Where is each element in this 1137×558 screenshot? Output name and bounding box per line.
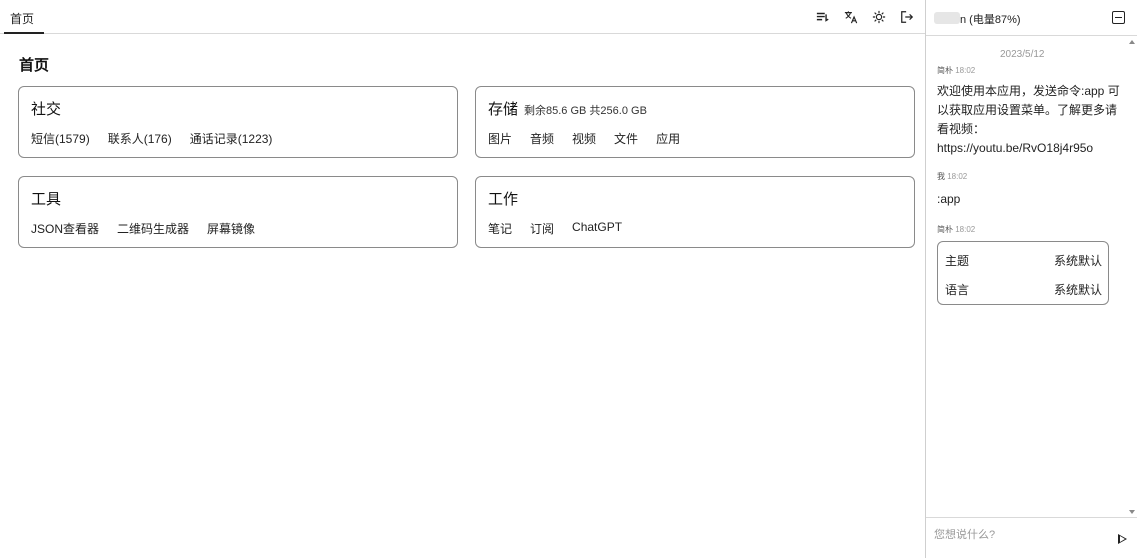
message-time: 18:02: [955, 66, 976, 75]
settings-menu: 主题 系统默认 语言 系统默认: [937, 241, 1109, 305]
chat-pane: n (电量87%) 2023/5/12 简朴 18:02 欢迎使用本应用，发送命…: [926, 0, 1137, 558]
playlist-icon[interactable]: [815, 9, 831, 25]
card-title: 工作: [488, 191, 519, 208]
card-title: 存储 剩余85.6 GB 共256.0 GB: [488, 98, 647, 119]
card-links: 笔记 订阅 ChatGPT: [488, 220, 622, 237]
chat-header: n (电量87%): [926, 0, 1137, 36]
chat-date: 2023/5/12: [1000, 49, 1045, 60]
link-chatgpt[interactable]: ChatGPT: [572, 220, 622, 237]
storage-summary: 剩余85.6 GB 共256.0 GB: [524, 105, 647, 117]
top-toolbar: [815, 9, 915, 25]
link-contacts[interactable]: 联系人(176): [108, 130, 172, 147]
card-title-text: 存储: [488, 101, 519, 118]
message-meta: 简朴 18:02: [937, 65, 975, 76]
chat-messages: 2023/5/12 简朴 18:02 欢迎使用本应用，发送命令:app 可以获取…: [926, 37, 1126, 517]
message-time: 18:02: [955, 225, 976, 234]
setting-value: 系统默认: [1053, 283, 1102, 297]
link-feeds[interactable]: 订阅: [530, 220, 554, 237]
device-name-redacted: [934, 12, 960, 24]
card-tools: 工具 JSON查看器 二维码生成器 屏幕镜像: [18, 176, 458, 248]
chat-scrollbar[interactable]: [1126, 37, 1137, 517]
link-video[interactable]: 视频: [572, 130, 596, 147]
card-links: 短信(1579) 联系人(176) 通话记录(1223): [31, 130, 272, 147]
link-sms[interactable]: 短信(1579): [31, 130, 90, 147]
setting-label: 主题: [945, 254, 970, 268]
send-icon[interactable]: [1118, 534, 1127, 544]
brightness-icon[interactable]: [871, 9, 887, 25]
link-audio[interactable]: 音频: [530, 130, 554, 147]
link-json-viewer[interactable]: JSON查看器: [31, 220, 99, 237]
message-meta: 我 18:02: [937, 171, 967, 182]
setting-theme[interactable]: 主题 系统默认: [945, 252, 1102, 269]
link-call-log[interactable]: 通话记录(1223): [190, 130, 273, 147]
message-text: :app: [937, 192, 961, 206]
message-sender: 简朴: [937, 66, 953, 75]
page-title: 首页: [19, 57, 50, 74]
chat-input[interactable]: [934, 525, 1104, 545]
card-title: 工具: [31, 191, 62, 208]
chat-input-bar: [926, 517, 1137, 558]
setting-language[interactable]: 语言 系统默认: [945, 281, 1102, 298]
link-images[interactable]: 图片: [488, 130, 512, 147]
card-links: JSON查看器 二维码生成器 屏幕镜像: [31, 220, 255, 237]
message-sender: 简朴: [937, 225, 953, 234]
message-text: 欢迎使用本应用，发送命令:app 可以获取应用设置菜单。了解更多请看视频：htt…: [937, 84, 1120, 155]
translate-icon[interactable]: [843, 9, 859, 25]
card-title: 社交: [31, 101, 62, 118]
logout-icon[interactable]: [899, 9, 915, 25]
message-time: 18:02: [947, 172, 968, 181]
setting-value: 系统默认: [1053, 254, 1102, 268]
link-apps[interactable]: 应用: [656, 130, 680, 147]
link-screen-mirror[interactable]: 屏幕镜像: [207, 220, 255, 237]
collapse-icon[interactable]: [1112, 11, 1125, 24]
link-qr-generator[interactable]: 二维码生成器: [117, 220, 189, 237]
message-sender: 我: [937, 172, 945, 181]
setting-label: 语言: [945, 283, 970, 297]
tab-home[interactable]: 首页: [4, 0, 44, 34]
chat-header-title: n (电量87%): [960, 14, 1021, 26]
card-work: 工作 笔记 订阅 ChatGPT: [475, 176, 915, 248]
top-bar: 首页: [0, 0, 925, 34]
scroll-down-icon[interactable]: [1129, 510, 1135, 514]
link-files[interactable]: 文件: [614, 130, 638, 147]
card-storage: 存储 剩余85.6 GB 共256.0 GB 图片 音频 视频 文件 应用: [475, 86, 915, 158]
message-meta: 简朴 18:02: [937, 224, 975, 235]
main-pane: 首页 首页 社交 短信(1579) 联系人(176) 通话记录(1223) 存储…: [0, 0, 925, 558]
scroll-up-icon[interactable]: [1129, 40, 1135, 44]
link-notes[interactable]: 笔记: [488, 220, 512, 237]
card-social: 社交 短信(1579) 联系人(176) 通话记录(1223): [18, 86, 458, 158]
card-links: 图片 音频 视频 文件 应用: [488, 130, 680, 147]
